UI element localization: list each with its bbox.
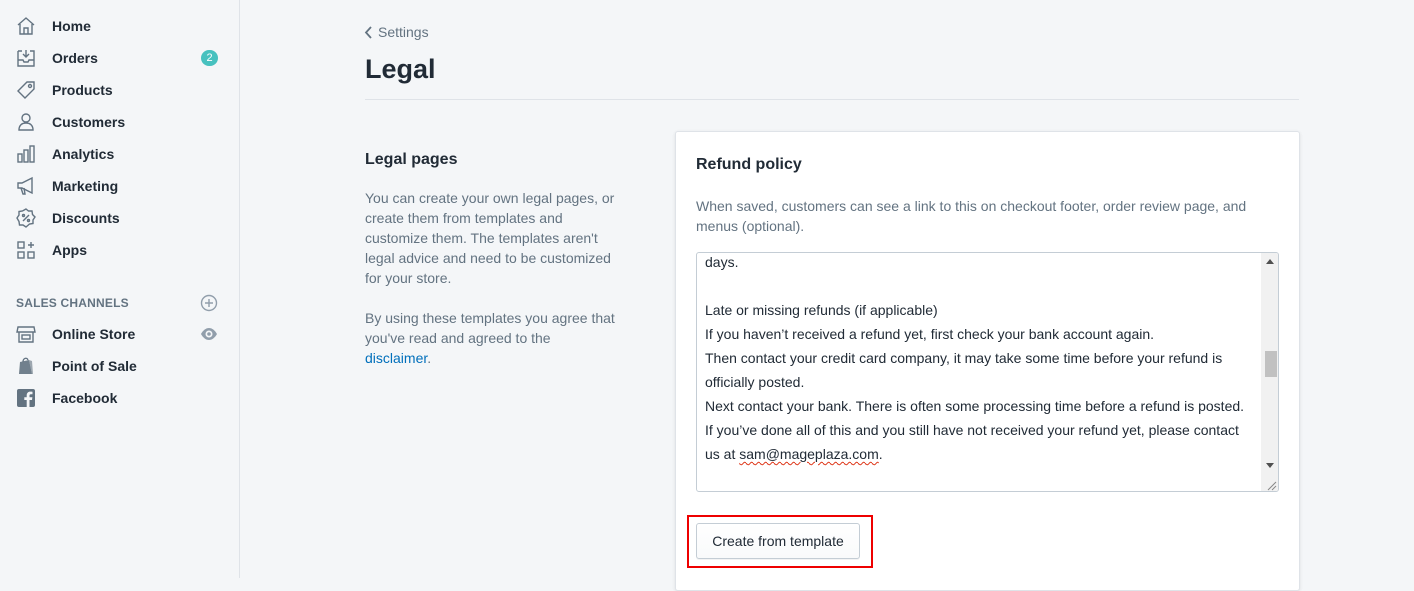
email-prefix: us at [705, 446, 740, 462]
text-line [705, 274, 1255, 298]
orders-count-badge: 2 [201, 50, 218, 66]
shopify-bag-icon [16, 356, 36, 376]
text-line: officially posted. [705, 374, 805, 390]
email-address: sam@mageplaza.com [739, 446, 879, 462]
home-icon [16, 16, 36, 36]
nav-label: Facebook [52, 390, 118, 406]
nav-item-online-store[interactable]: Online Store [0, 318, 239, 350]
text-line: Late or missing refunds (if applicable) [705, 302, 938, 318]
nav-item-facebook[interactable]: Facebook [0, 382, 239, 414]
disclaimer-suffix: . [427, 350, 432, 366]
sales-channels-heading: SALES CHANNELS [16, 296, 129, 310]
nav-item-discounts[interactable]: Discounts [0, 202, 239, 234]
nav-item-orders[interactable]: Orders 2 [0, 42, 239, 74]
bar-chart-icon [16, 144, 36, 164]
megaphone-icon [16, 176, 36, 196]
nav-label: Customers [52, 114, 126, 130]
resize-handle-icon[interactable] [1265, 478, 1277, 491]
nav-label: Analytics [52, 146, 115, 162]
tag-icon [16, 80, 36, 100]
refund-policy-help: When saved, customers can see a link to … [696, 198, 1247, 234]
nav-label: Orders [52, 50, 98, 66]
nav-item-apps[interactable]: Apps [0, 234, 239, 266]
nav-item-home[interactable]: Home [0, 10, 239, 42]
vertical-scrollbar[interactable] [1261, 253, 1278, 491]
store-icon [16, 324, 36, 344]
text-line: Next contact your bank. There is often s… [705, 398, 1245, 414]
nav-label: Home [52, 18, 91, 34]
disclaimer-prefix: By using these templates you agree that … [365, 310, 615, 346]
add-circle-icon[interactable] [200, 294, 218, 312]
breadcrumb-label: Settings [378, 24, 429, 40]
nav-item-customers[interactable]: Customers [0, 106, 239, 138]
text-line: If you haven’t received a refund yet, fi… [705, 326, 1155, 342]
disclaimer-link[interactable]: disclaimer [365, 350, 427, 366]
disclaimer-text: By using these templates you agree that … [365, 308, 620, 368]
scroll-down-arrow-icon[interactable] [1261, 457, 1278, 474]
nav-label: Point of Sale [52, 358, 137, 374]
nav-label: Apps [52, 242, 87, 258]
refund-policy-title: Refund policy [696, 156, 802, 173]
facebook-icon [16, 388, 36, 408]
refund-policy-textarea[interactable]: days. Late or missing refunds (if applic… [696, 252, 1279, 492]
nav-item-marketing[interactable]: Marketing [0, 170, 239, 202]
text-line: Then contact your credit card company, i… [705, 350, 1223, 366]
sidebar: Home Orders 2 Products Customers Analyti… [0, 0, 240, 578]
apps-icon [16, 240, 36, 260]
text-line: If you’ve done all of this and you still… [705, 422, 1239, 438]
create-from-template-button[interactable]: Create from template [696, 523, 860, 559]
scroll-up-arrow-icon[interactable] [1261, 253, 1278, 270]
email-suffix: . [878, 446, 883, 462]
legal-pages-heading: Legal pages [365, 151, 458, 168]
discount-icon [16, 208, 36, 228]
legal-pages-description: You can create your own legal pages, or … [365, 190, 615, 286]
person-icon [16, 112, 36, 132]
textarea-content: days. Late or missing refunds (if applic… [705, 253, 1255, 466]
chevron-left-icon [364, 25, 372, 39]
breadcrumb-settings[interactable]: Settings [364, 24, 429, 40]
page-title: Legal [365, 54, 436, 84]
eye-icon[interactable] [200, 327, 218, 341]
nav-item-products[interactable]: Products [0, 74, 239, 106]
nav-label: Marketing [52, 178, 119, 194]
text-line-email: us at sam@mageplaza.com. [705, 442, 1255, 466]
nav-label: Online Store [52, 326, 136, 342]
scroll-thumb[interactable] [1265, 351, 1277, 377]
text-line: days. [705, 254, 739, 270]
nav-item-point-of-sale[interactable]: Point of Sale [0, 350, 239, 382]
orders-icon [16, 48, 36, 68]
divider [365, 99, 1299, 100]
nav-label: Products [52, 82, 113, 98]
nav-label: Discounts [52, 210, 120, 226]
nav-item-analytics[interactable]: Analytics [0, 138, 239, 170]
